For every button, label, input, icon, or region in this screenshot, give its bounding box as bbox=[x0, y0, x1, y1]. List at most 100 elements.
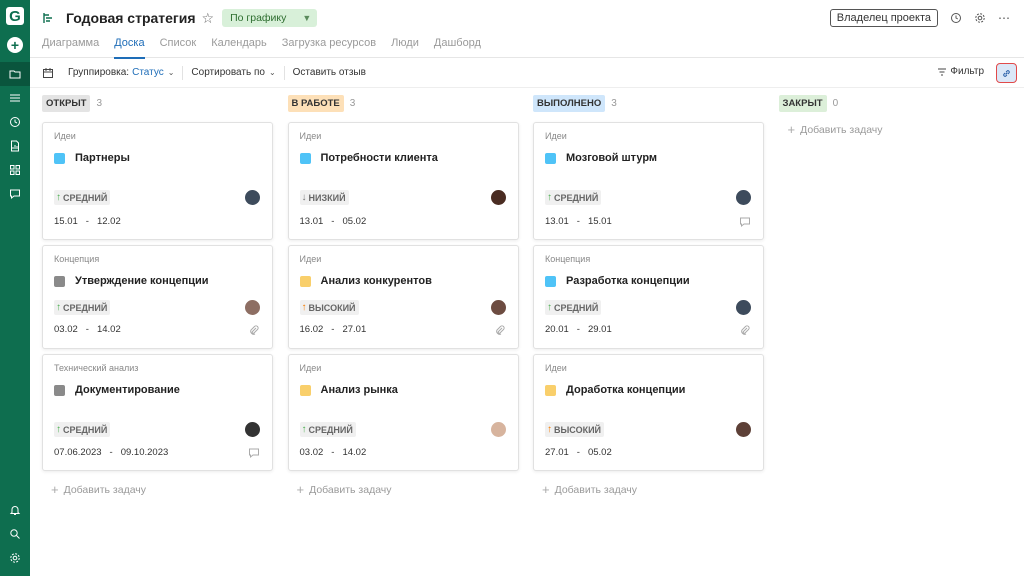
task-title[interactable]: Потребности клиента bbox=[321, 152, 438, 164]
task-title[interactable]: Мозговой штурм bbox=[566, 152, 657, 164]
sidebar-item-chat[interactable] bbox=[0, 182, 30, 206]
priority-label: ВЫСОКИЙ bbox=[554, 424, 602, 435]
task-card[interactable]: Идеи Анализ рынка ↑ СРЕДНИЙ 03.02-14.02 bbox=[287, 354, 519, 471]
filter-button[interactable]: Фильтр bbox=[937, 66, 984, 77]
avatar[interactable] bbox=[245, 300, 260, 315]
avatar[interactable] bbox=[245, 422, 260, 437]
task-title[interactable]: Анализ конкурентов bbox=[321, 275, 432, 287]
tab-board[interactable]: Доска bbox=[114, 36, 145, 59]
priority-badge[interactable]: ↓ НИЗКИЙ bbox=[299, 190, 349, 205]
grouping-dropdown[interactable]: Группировка: Статус ⌄ bbox=[60, 66, 182, 80]
sidebar-item-notifications[interactable] bbox=[0, 498, 30, 522]
sidebar-item-projects[interactable] bbox=[0, 62, 30, 86]
task-title-row: Разработка концепции bbox=[545, 275, 752, 287]
priority-badge[interactable]: ↑ СРЕДНИЙ bbox=[54, 300, 111, 315]
column-header: В РАБОТЕ 3 bbox=[287, 95, 519, 112]
sidebar-item-time[interactable] bbox=[0, 110, 30, 134]
priority-arrow-icon: ↑ bbox=[301, 424, 307, 435]
date-separator: - bbox=[331, 216, 335, 227]
sidebar-item-apps[interactable] bbox=[0, 158, 30, 182]
history-icon[interactable] bbox=[950, 12, 962, 24]
filter-icon bbox=[938, 67, 947, 76]
tab-people[interactable]: Люди bbox=[391, 36, 419, 58]
settings-icon[interactable] bbox=[974, 12, 986, 24]
priority-badge[interactable]: ↑ СРЕДНИЙ bbox=[545, 190, 602, 205]
task-title[interactable]: Утверждение концепции bbox=[75, 275, 209, 287]
add-task-button[interactable]: + Добавить задачу bbox=[779, 122, 1010, 137]
priority-badge[interactable]: ↑ СРЕДНИЙ bbox=[54, 422, 111, 437]
tab-gantt[interactable]: Диаграмма bbox=[42, 36, 99, 58]
create-button[interactable]: + bbox=[7, 37, 23, 53]
priority-badge[interactable]: ↑ СРЕДНИЙ bbox=[299, 422, 356, 437]
end-date: 05.02 bbox=[587, 447, 612, 458]
column-status-badge[interactable]: ВЫПОЛНЕНО bbox=[533, 95, 606, 112]
task-title[interactable]: Доработка концепции bbox=[566, 384, 685, 396]
calendar-icon[interactable] bbox=[42, 67, 54, 79]
start-date: 20.01 bbox=[545, 324, 569, 335]
avatar[interactable] bbox=[490, 300, 506, 315]
priority-badge[interactable]: ↑ СРЕДНИЙ bbox=[54, 190, 111, 205]
add-task-button[interactable]: + Добавить задачу bbox=[288, 482, 519, 497]
avatar[interactable] bbox=[736, 422, 751, 437]
comment-icon[interactable] bbox=[739, 216, 751, 228]
status-dropdown[interactable]: По графику ▼ bbox=[222, 9, 318, 27]
sidebar-item-settings[interactable] bbox=[0, 546, 30, 570]
task-card[interactable]: Идеи Анализ конкурентов ↑ ВЫСОКИЙ 16.02-… bbox=[287, 245, 519, 349]
task-title[interactable]: Партнеры bbox=[75, 152, 130, 164]
column-count: 3 bbox=[611, 98, 617, 109]
bell-icon bbox=[9, 506, 21, 515]
avatar[interactable] bbox=[490, 190, 506, 205]
priority-badge[interactable]: ↑ ВЫСОКИЙ bbox=[299, 300, 359, 315]
link-button[interactable] bbox=[996, 63, 1017, 83]
tab-workload[interactable]: Загрузка ресурсов bbox=[282, 36, 376, 58]
sort-label: Сортировать по bbox=[191, 67, 265, 78]
sidebar-item-search[interactable] bbox=[0, 522, 30, 546]
tab-dashboard[interactable]: Дашборд bbox=[434, 36, 481, 58]
tab-list[interactable]: Список bbox=[160, 36, 197, 58]
task-category: Идеи bbox=[299, 363, 322, 373]
priority-label: СРЕДНИЙ bbox=[63, 192, 108, 203]
sort-dropdown[interactable]: Сортировать по ⌄ bbox=[182, 65, 283, 80]
date-separator: - bbox=[331, 324, 335, 335]
add-task-button[interactable]: + Добавить задачу bbox=[533, 482, 764, 497]
priority-badge[interactable]: ↑ СРЕДНИЙ bbox=[545, 300, 602, 315]
task-card[interactable]: Идеи Доработка концепции ↑ ВЫСОКИЙ 27.01… bbox=[533, 354, 764, 471]
paperclip-icon[interactable] bbox=[739, 324, 751, 336]
task-card[interactable]: Идеи Мозговой штурм ↑ СРЕДНИЙ 13.01-15.0… bbox=[533, 122, 764, 240]
tab-calendar[interactable]: Календарь bbox=[211, 36, 267, 58]
avatar[interactable] bbox=[490, 422, 506, 437]
add-task-label: Добавить задачу bbox=[63, 483, 147, 496]
task-title[interactable]: Разработка концепции bbox=[566, 275, 690, 287]
avatar[interactable] bbox=[736, 300, 751, 315]
comment-icon[interactable] bbox=[248, 447, 260, 459]
task-card[interactable]: Технический анализ Документирование ↑ СР… bbox=[42, 354, 273, 471]
column-status-badge[interactable]: В РАБОТЕ bbox=[287, 95, 344, 112]
task-card[interactable]: Идеи Потребности клиента ↓ НИЗКИЙ 13.01-… bbox=[287, 122, 519, 240]
feedback-label: Оставить отзыв bbox=[292, 67, 366, 78]
more-icon[interactable]: ⋯ bbox=[998, 11, 1010, 25]
star-icon[interactable]: ☆ bbox=[202, 10, 215, 27]
project-owner-button[interactable]: Владелец проекта bbox=[829, 9, 938, 27]
feedback-link[interactable]: Оставить отзыв bbox=[283, 65, 374, 80]
priority-badge[interactable]: ↑ ВЫСОКИЙ bbox=[545, 422, 605, 437]
sidebar-item-reports[interactable] bbox=[0, 134, 30, 158]
sidebar-item-list[interactable] bbox=[0, 86, 30, 110]
priority-arrow-icon: ↑ bbox=[547, 424, 552, 435]
task-card[interactable]: Концепция Утверждение концепции ↑ СРЕДНИ… bbox=[42, 245, 273, 349]
date-separator: - bbox=[85, 216, 89, 227]
avatar[interactable] bbox=[245, 190, 260, 205]
task-title[interactable]: Анализ рынка bbox=[321, 384, 398, 396]
column-status-badge[interactable]: ЗАКРЫТ bbox=[778, 95, 827, 112]
avatar[interactable] bbox=[736, 190, 751, 205]
paperclip-icon[interactable] bbox=[494, 324, 506, 336]
add-task-button[interactable]: + Добавить задачу bbox=[42, 482, 273, 497]
paperclip-icon[interactable] bbox=[248, 324, 260, 336]
task-title[interactable]: Документирование bbox=[75, 384, 180, 396]
task-card[interactable]: Идеи Партнеры ↑ СРЕДНИЙ 15.01-12.02 bbox=[42, 122, 273, 240]
date-separator: - bbox=[576, 216, 580, 227]
task-card[interactable]: Концепция Разработка концепции ↑ СРЕДНИЙ… bbox=[533, 245, 764, 349]
column-header: ЗАКРЫТ 0 bbox=[778, 95, 1010, 112]
date-separator: - bbox=[85, 324, 89, 335]
app-logo[interactable]: G bbox=[6, 7, 24, 25]
column-status-badge[interactable]: ОТКРЫТ bbox=[42, 95, 91, 112]
